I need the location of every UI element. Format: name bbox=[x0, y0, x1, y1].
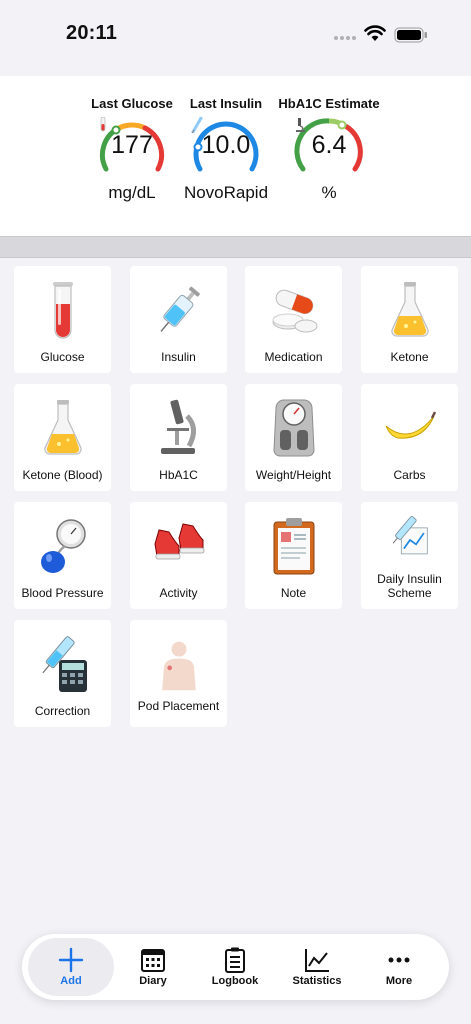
tile-label: Glucose bbox=[40, 350, 85, 364]
section-divider bbox=[0, 236, 471, 258]
tile-pod-placement[interactable]: Pod Placement bbox=[130, 620, 227, 727]
test-tube-icon bbox=[100, 117, 106, 132]
signal-icon bbox=[334, 36, 356, 40]
tile-label: Ketone (Blood) bbox=[22, 468, 103, 482]
tab-label: More bbox=[385, 975, 413, 987]
tab-label: Statistics bbox=[292, 975, 342, 987]
tile-label: Activity bbox=[159, 586, 198, 600]
calculator-icon bbox=[42, 636, 87, 692]
tab-label: Diary bbox=[139, 975, 167, 987]
tile-label: Weight/Height bbox=[255, 468, 332, 482]
calendar-icon bbox=[141, 949, 165, 972]
summary-panel: Last Glucose 177 mg/dL Last Insulin 10.0 bbox=[0, 76, 471, 236]
status-time: 20:11 bbox=[66, 22, 118, 44]
scale-icon bbox=[273, 399, 315, 457]
tile-ketone-blood[interactable]: Ketone (Blood) bbox=[14, 384, 111, 491]
blood-pressure-icon bbox=[41, 519, 86, 573]
tab-statistics[interactable]: Statistics bbox=[274, 938, 360, 996]
tile-label: HbA1C bbox=[159, 468, 198, 482]
hba1c-estimate-widget[interactable]: HbA1C Estimate 6.4 % bbox=[274, 96, 384, 203]
insulin-scheme-icon bbox=[392, 516, 428, 555]
hba1c-gauge: 6.4 bbox=[294, 117, 364, 181]
glucose-gauge: 177 bbox=[97, 117, 167, 181]
tile-correction[interactable]: Correction bbox=[14, 620, 111, 727]
insulin-gauge: 10.0 bbox=[191, 117, 261, 181]
tab-label: Logbook bbox=[211, 975, 259, 987]
more-icon bbox=[388, 957, 410, 963]
wifi-icon bbox=[364, 25, 386, 41]
pills-icon bbox=[272, 289, 318, 333]
sneakers-icon bbox=[154, 523, 205, 560]
tile-label: Blood Pressure bbox=[21, 586, 104, 600]
tile-weight-height[interactable]: Weight/Height bbox=[245, 384, 342, 491]
tile-label: Ketone bbox=[390, 350, 429, 364]
tile-label: Note bbox=[280, 586, 307, 600]
tile-insulin[interactable]: Insulin bbox=[130, 266, 227, 373]
tile-label: Carbs bbox=[393, 468, 426, 482]
body-icon bbox=[162, 641, 196, 691]
clipboard-icon bbox=[273, 518, 315, 575]
tab-diary[interactable]: Diary bbox=[110, 938, 196, 996]
tab-logbook[interactable]: Logbook bbox=[192, 938, 278, 996]
glucose-value: 177 bbox=[111, 131, 153, 159]
last-insulin-widget[interactable]: Last Insulin 10.0 NovoRapid bbox=[171, 96, 281, 203]
syringe-icon bbox=[160, 286, 200, 332]
tile-medication[interactable]: Medication bbox=[245, 266, 342, 373]
gauge-title: HbA1C Estimate bbox=[278, 96, 380, 111]
microscope-icon bbox=[161, 399, 196, 454]
tab-more[interactable]: More bbox=[356, 938, 442, 996]
status-bar: 20:11 bbox=[0, 0, 471, 76]
test-tube-icon bbox=[53, 282, 73, 339]
chart-icon bbox=[305, 949, 329, 972]
syringe-icon bbox=[191, 117, 203, 133]
tile-label: Correction bbox=[34, 704, 91, 718]
clipboard-list-icon bbox=[225, 947, 245, 973]
banana-icon bbox=[385, 411, 437, 439]
battery-icon bbox=[394, 27, 427, 43]
hba1c-unit: % bbox=[321, 183, 337, 202]
flask-icon bbox=[391, 282, 429, 337]
tile-glucose[interactable]: Glucose bbox=[14, 266, 111, 373]
tile-label: Pod Placement bbox=[137, 699, 220, 713]
tab-label: Add bbox=[60, 975, 82, 987]
insulin-value: 10.0 bbox=[201, 131, 251, 159]
insulin-unit: NovoRapid bbox=[183, 183, 269, 202]
tab-bar: Add Diary Logbook Statistics More bbox=[22, 934, 449, 1000]
tile-daily-insulin-scheme[interactable]: Daily Insulin Scheme bbox=[361, 502, 458, 609]
tile-label: Daily Insulin Scheme bbox=[377, 572, 442, 600]
tile-hba1c[interactable]: HbA1C bbox=[130, 384, 227, 491]
tile-activity[interactable]: Activity bbox=[130, 502, 227, 609]
tile-note[interactable]: Note bbox=[245, 502, 342, 609]
tile-label: Insulin bbox=[161, 350, 196, 364]
tab-add[interactable]: Add bbox=[28, 938, 114, 996]
tile-label: Medication bbox=[264, 350, 323, 364]
tile-carbs[interactable]: Carbs bbox=[361, 384, 458, 491]
flask-icon bbox=[44, 400, 82, 455]
hba1c-value: 6.4 bbox=[311, 131, 347, 159]
tile-blood-pressure[interactable]: Blood Pressure bbox=[14, 502, 111, 609]
microscope-icon bbox=[296, 118, 305, 132]
plus-icon bbox=[58, 947, 84, 973]
gauge-title: Last Insulin bbox=[189, 96, 263, 111]
tile-ketone[interactable]: Ketone bbox=[361, 266, 458, 373]
